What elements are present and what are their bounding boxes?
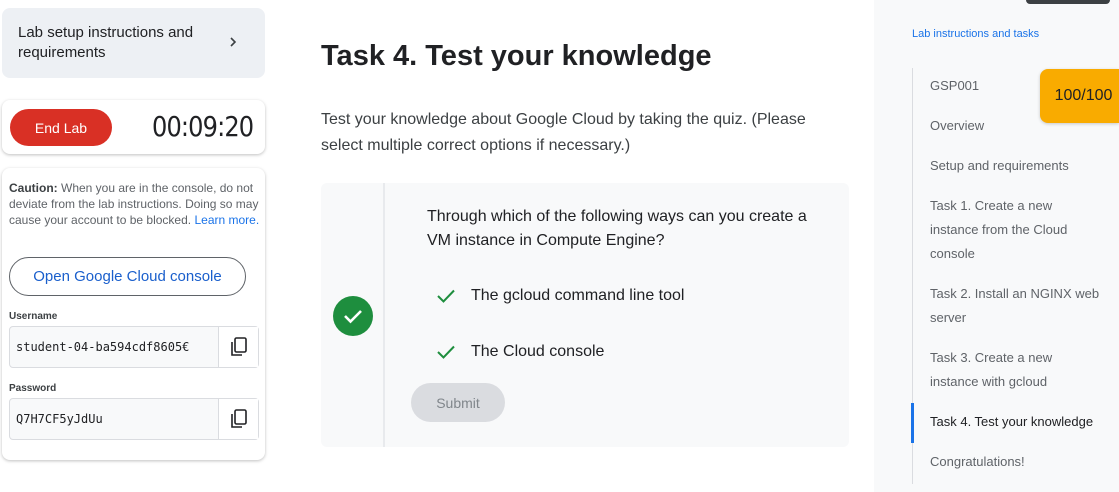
toc-item-task3[interactable]: Task 3. Create a new instance with gclou… (930, 346, 1070, 394)
toc-item-setup[interactable]: Setup and requirements (930, 154, 1110, 178)
toc-active-indicator (911, 403, 914, 443)
submit-button[interactable]: Submit (411, 383, 505, 422)
quiz-divider (383, 183, 385, 447)
username-field: student-04-ba594cdf8605€ (9, 326, 259, 368)
end-lab-button[interactable]: End Lab (10, 109, 112, 146)
check-icon (437, 289, 455, 303)
quiz-option-label: The gcloud command line tool (471, 287, 685, 304)
lab-setup-label: Lab setup instructions and requirements (18, 24, 194, 61)
quiz-question: Through which of the following ways can … (427, 208, 807, 249)
learn-more-link[interactable]: Learn more. (194, 213, 259, 227)
quiz-option[interactable]: The gcloud command line tool (435, 287, 684, 305)
password-label: Password (9, 383, 57, 394)
toc-item-congratulations[interactable]: Congratulations! (930, 450, 1110, 474)
password-field: Q7H7CF5yJdUu (9, 398, 259, 440)
check-circle-icon (333, 296, 373, 336)
lab-setup-card[interactable]: Lab setup instructions and requirements (2, 8, 265, 78)
panel-heading: Lab instructions and tasks (912, 28, 1040, 40)
page-title: Task 4. Test your knowledge (321, 40, 712, 72)
caution-prefix: Caution: (9, 181, 58, 195)
task-description: Test your knowledge about Google Cloud b… (321, 111, 806, 154)
lab-timer: 00:09:20 (152, 110, 254, 143)
password-value[interactable]: Q7H7CF5yJdUu (10, 412, 218, 426)
username-value[interactable]: student-04-ba594cdf8605€ (10, 340, 218, 354)
credentials-card: Caution: When you are in the console, do… (2, 168, 265, 460)
score-badge: 100/100 (1040, 69, 1119, 123)
quiz-card: Through which of the following ways can … (321, 183, 849, 447)
open-console-button[interactable]: Open Google Cloud console (9, 257, 246, 296)
toc-item-task4[interactable]: Task 4. Test your knowledge (930, 410, 1110, 434)
toc-item-task2[interactable]: Task 2. Install an NGINX web server (930, 282, 1110, 330)
lab-timer-card: End Lab 00:09:20 (2, 100, 265, 154)
chevron-right-icon (230, 37, 237, 47)
quiz-option[interactable]: The Cloud console (435, 343, 604, 361)
lab-page: Lab setup instructions and requirements … (0, 0, 1119, 492)
quiz-option-label: The Cloud console (471, 343, 605, 360)
username-label: Username (9, 311, 58, 322)
copy-icon[interactable] (218, 399, 258, 439)
top-tab-indicator (1026, 0, 1110, 4)
caution-notice: Caution: When you are in the console, do… (9, 180, 261, 228)
toc-item-task1[interactable]: Task 1. Create a new instance from the C… (930, 194, 1090, 266)
check-icon (437, 345, 455, 359)
copy-icon[interactable] (218, 327, 258, 367)
